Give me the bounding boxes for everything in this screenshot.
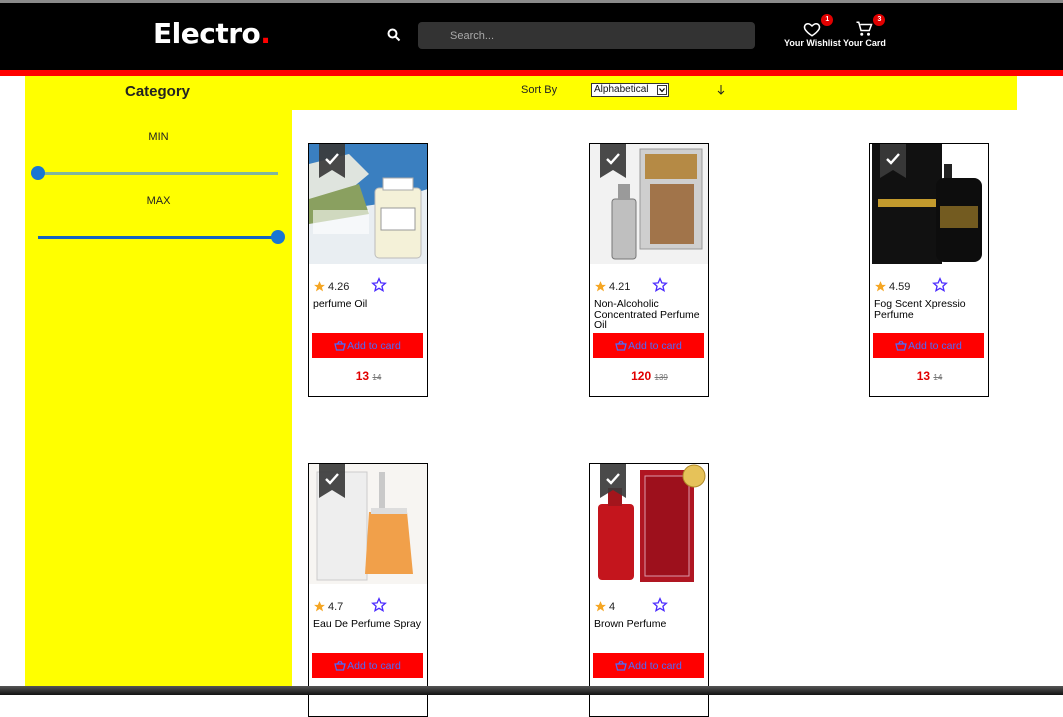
add-to-wishlist-star-icon[interactable] bbox=[652, 277, 668, 293]
sort-select[interactable]: Alphabetical bbox=[591, 83, 669, 97]
product-rating: 4.21 bbox=[594, 280, 630, 293]
product-card[interactable]: 4.21 Non-Alcoholic Concentrated Perfume O… bbox=[589, 143, 709, 397]
category-title: Category bbox=[125, 83, 191, 100]
max-label: MAX bbox=[146, 195, 171, 207]
search-input[interactable]: Search... bbox=[418, 22, 755, 49]
bookmark-check-icon[interactable] bbox=[319, 144, 345, 178]
star-rating-icon bbox=[875, 281, 886, 292]
add-to-card-label: Add to card bbox=[628, 659, 682, 672]
search-icon[interactable] bbox=[386, 27, 402, 43]
logo-dot: . bbox=[260, 17, 271, 50]
cart-button[interactable]: 3 Your Card bbox=[843, 14, 886, 48]
rating-value: 4.21 bbox=[609, 280, 631, 293]
max-price-slider[interactable] bbox=[38, 230, 285, 244]
sort-selected-value: Alphabetical bbox=[594, 84, 649, 95]
min-price-slider[interactable] bbox=[31, 166, 278, 180]
bookmark-check-icon[interactable] bbox=[600, 464, 626, 498]
bookmark-check-icon[interactable] bbox=[880, 144, 906, 178]
basket-icon bbox=[615, 660, 627, 671]
add-to-wishlist-star-icon[interactable] bbox=[371, 277, 387, 293]
category-sidebar: Category MIN MAX bbox=[25, 76, 292, 695]
product-name[interactable]: Brown Perfume bbox=[594, 619, 706, 630]
add-to-wishlist-star-icon[interactable] bbox=[932, 277, 948, 293]
cart-icon: 3 bbox=[855, 14, 886, 38]
add-to-wishlist-star-icon[interactable] bbox=[652, 597, 668, 613]
old-price: 14 bbox=[933, 373, 943, 382]
rating-value: 4.7 bbox=[328, 600, 344, 613]
product-price: 13 14 bbox=[309, 369, 427, 383]
current-price: 120 bbox=[631, 369, 652, 383]
wishlist-count-badge: 1 bbox=[821, 14, 834, 26]
basket-icon bbox=[334, 660, 346, 671]
wishlist-button[interactable]: 1 Your Wishlist bbox=[784, 14, 841, 48]
basket-icon bbox=[895, 340, 907, 351]
heart-icon: 1 bbox=[803, 14, 834, 38]
add-to-card-button[interactable]: Add to card bbox=[593, 333, 704, 358]
navbar: Electro. Search... 1 Your Wishlist 3 You… bbox=[0, 3, 1063, 70]
window-bottom-edge bbox=[0, 686, 1063, 695]
current-price: 13 bbox=[916, 369, 931, 383]
product-name[interactable]: Eau De Perfume Spray bbox=[313, 619, 425, 630]
rating-value: 4 bbox=[609, 600, 616, 613]
rating-value: 4.26 bbox=[328, 280, 350, 293]
sort-label: Sort By bbox=[521, 84, 558, 96]
product-rating: 4 bbox=[594, 600, 615, 613]
star-rating-icon bbox=[595, 601, 606, 612]
product-rating: 4.26 bbox=[313, 280, 349, 293]
bookmark-check-icon[interactable] bbox=[600, 144, 626, 178]
bookmark-check-icon[interactable] bbox=[319, 464, 345, 498]
add-to-card-label: Add to card bbox=[347, 339, 401, 352]
product-price: 120 139 bbox=[590, 369, 708, 383]
chevron-down-icon bbox=[657, 85, 667, 95]
old-price: 14 bbox=[372, 373, 382, 382]
product-card[interactable]: 4.26 perfume Oil Add to card 13 14 bbox=[308, 143, 428, 397]
product-card[interactable]: 4 Brown Perfume Add to card bbox=[589, 463, 709, 717]
add-to-card-label: Add to card bbox=[347, 659, 401, 672]
product-name[interactable]: Fog Scent Xpressio Perfume bbox=[874, 299, 986, 320]
product-name[interactable]: perfume Oil bbox=[313, 299, 425, 310]
product-card[interactable]: 4.59 Fog Scent Xpressio Perfume Add to car… bbox=[869, 143, 989, 397]
sort-direction-icon[interactable] bbox=[716, 84, 726, 96]
rating-value: 4.59 bbox=[889, 280, 911, 293]
basket-icon bbox=[334, 340, 346, 351]
add-to-card-label: Add to card bbox=[628, 339, 682, 352]
basket-icon bbox=[615, 340, 627, 351]
add-to-wishlist-star-icon[interactable] bbox=[371, 597, 387, 613]
product-price: 13 14 bbox=[870, 369, 988, 383]
logo-text: Electro bbox=[153, 17, 261, 50]
product-rating: 4.7 bbox=[313, 600, 343, 613]
cart-count-badge: 3 bbox=[873, 14, 886, 26]
product-rating: 4.59 bbox=[874, 280, 910, 293]
product-card[interactable]: 4.7 Eau De Perfume Spray Add to card bbox=[308, 463, 428, 717]
add-to-card-button[interactable]: Add to card bbox=[873, 333, 984, 358]
star-rating-icon bbox=[595, 281, 606, 292]
old-price: 139 bbox=[654, 373, 668, 382]
min-slider-thumb[interactable] bbox=[31, 166, 45, 180]
wishlist-label: Your Wishlist bbox=[784, 38, 841, 48]
cart-label: Your Card bbox=[843, 38, 886, 48]
add-to-card-button[interactable]: Add to card bbox=[312, 653, 423, 678]
add-to-card-label: Add to card bbox=[908, 339, 962, 352]
product-name[interactable]: Non-Alcoholic Concentrated Perfume Oil bbox=[594, 299, 706, 331]
star-rating-icon bbox=[314, 601, 325, 612]
star-rating-icon bbox=[314, 281, 325, 292]
current-price: 13 bbox=[355, 369, 370, 383]
max-slider-thumb[interactable] bbox=[271, 230, 285, 244]
logo[interactable]: Electro. bbox=[153, 17, 271, 50]
add-to-card-button[interactable]: Add to card bbox=[312, 333, 423, 358]
add-to-card-button[interactable]: Add to card bbox=[593, 653, 704, 678]
min-label: MIN bbox=[148, 131, 169, 143]
sort-bar: Sort By Alphabetical bbox=[292, 76, 1017, 110]
